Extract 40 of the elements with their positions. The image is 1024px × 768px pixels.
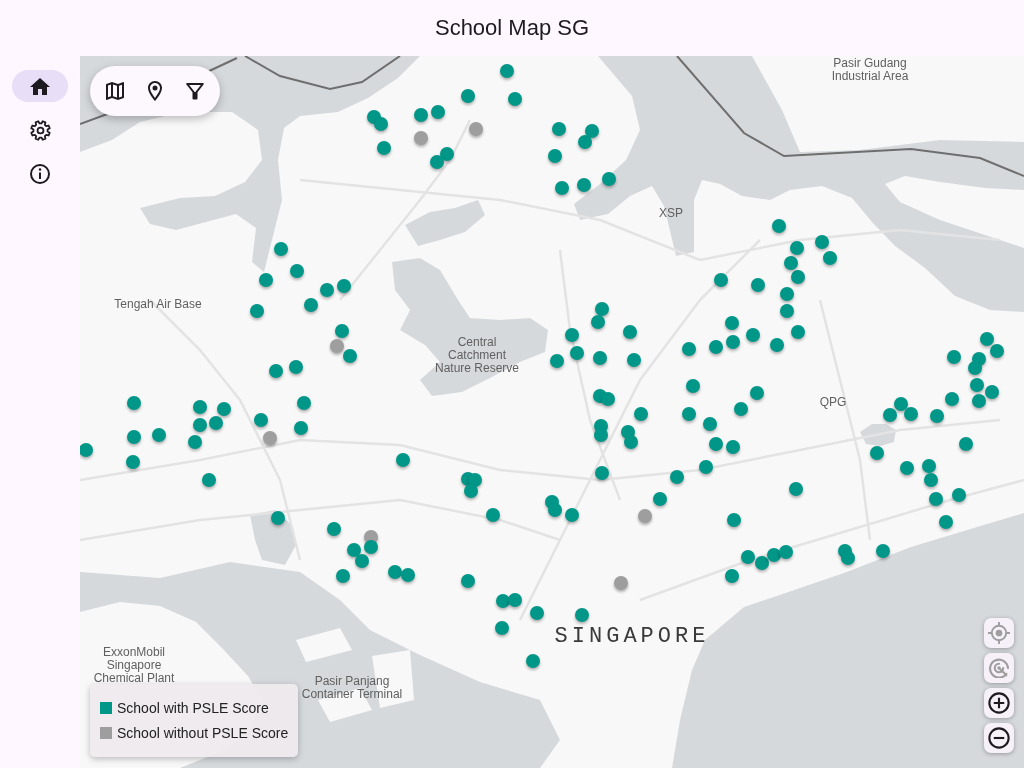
school-marker-icon[interactable] [508, 593, 522, 607]
zoom-out-icon [988, 727, 1010, 749]
settings-icon [29, 119, 51, 141]
zoom-out-button[interactable] [984, 723, 1014, 753]
city-label: SINGAPORE [554, 626, 710, 648]
location-pin-icon [148, 81, 162, 101]
school-marker-icon[interactable] [985, 385, 999, 399]
legend-label: School with PSLE Score [117, 700, 269, 716]
school-marker-icon[interactable] [355, 554, 369, 568]
place-label: Central Catchment Nature Reserve [433, 336, 520, 375]
map-icon [106, 82, 124, 100]
crosshair-icon [988, 622, 1010, 644]
school-marker-icon[interactable] [401, 568, 415, 582]
school-marker-icon[interactable] [364, 540, 378, 554]
school-marker-icon[interactable] [904, 407, 918, 421]
app-title: School Map SG [434, 14, 590, 42]
place-label: QPG [819, 396, 847, 409]
zoom-in-button[interactable] [984, 688, 1014, 718]
home-button[interactable] [12, 70, 68, 102]
school-marker-icon[interactable] [767, 548, 781, 562]
info-icon [30, 164, 50, 184]
school-marker-icon[interactable] [755, 556, 769, 570]
school-marker-icon[interactable] [594, 428, 608, 442]
place-label: ExxonMobil Singapore Chemical Plant [92, 646, 176, 685]
place-label: Tengah Air Base [114, 298, 202, 311]
target-icon [989, 658, 1009, 678]
place-label: XSP [659, 207, 683, 220]
school-marker-icon[interactable] [894, 397, 908, 411]
school-marker-icon[interactable] [464, 484, 478, 498]
school-marker-icon[interactable] [990, 344, 1004, 358]
zoom-in-icon [988, 692, 1010, 714]
legend-label: School without PSLE Score [117, 725, 289, 741]
place-label: Pasir Gudang Industrial Area [830, 57, 910, 83]
school-marker-icon[interactable] [624, 435, 638, 449]
place-label: Pasir Panjang Container Terminal [300, 675, 404, 701]
school-marker-icon[interactable] [343, 349, 357, 363]
home-icon [30, 77, 50, 95]
school-marker-icon[interactable] [883, 408, 897, 422]
school-marker-icon[interactable] [591, 315, 605, 329]
filter-icon [186, 82, 204, 100]
